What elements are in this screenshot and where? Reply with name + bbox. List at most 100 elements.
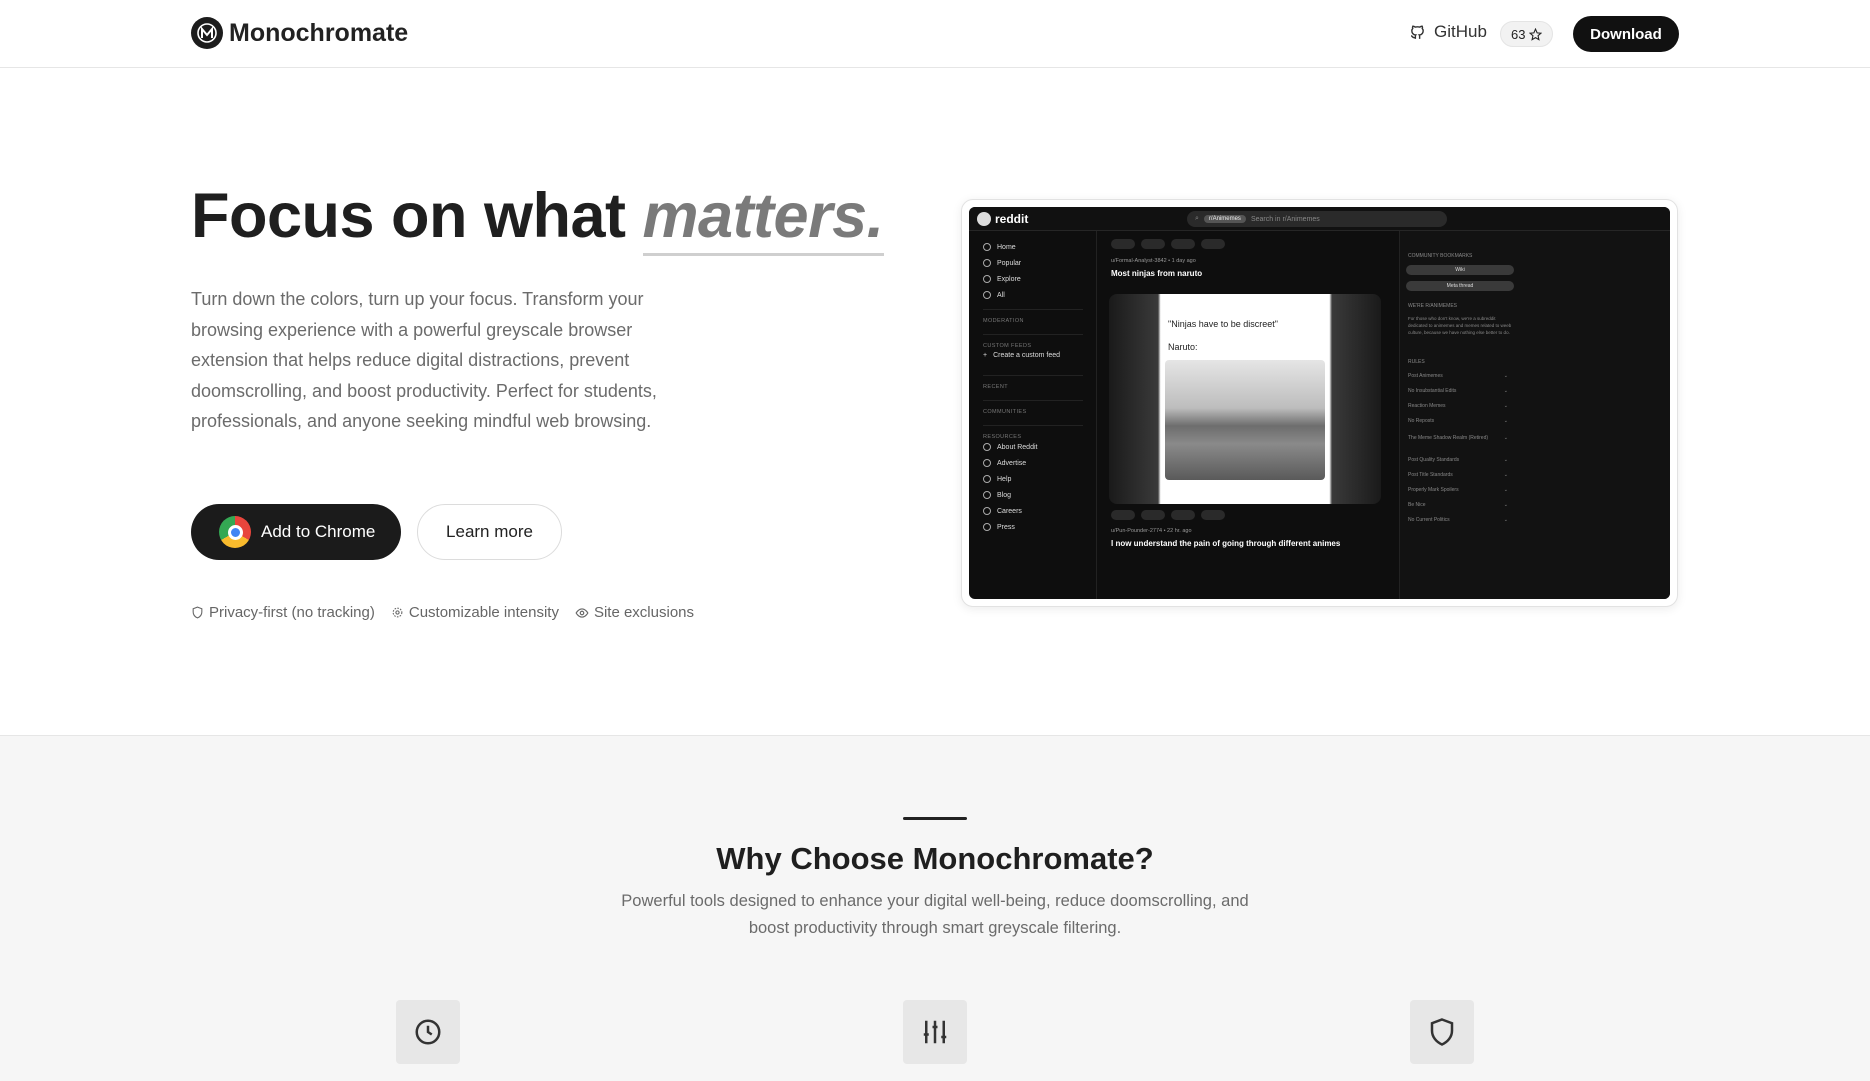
feature-box-privacy: [1410, 1000, 1474, 1064]
download-button[interactable]: Download: [1573, 16, 1679, 52]
reddit-topbar: reddit ⌕ r/Animemes Search in r/Animemes: [969, 207, 1670, 231]
reddit-section: RECENT: [983, 375, 1083, 390]
why-title: Why Choose Monochromate?: [716, 841, 1154, 876]
reddit-logo: reddit: [977, 212, 1028, 226]
feature-box-controls: [903, 1000, 967, 1064]
chevron-down-icon: ⌄: [1503, 403, 1508, 409]
chevron-down-icon: ⌄: [1503, 373, 1508, 379]
heading-label: RULES: [1408, 359, 1425, 365]
eye-small-icon: [575, 607, 589, 618]
nav-label: Careers: [997, 507, 1022, 515]
feature-exclusions: Site exclusions: [575, 604, 694, 621]
rule-item: The Meme Shadow Realm (Retired) ⌄: [1408, 435, 1508, 443]
rule-item: Properly Mark Spoilers ⌄: [1408, 487, 1508, 495]
rule-label: Reaction Memes: [1408, 403, 1446, 409]
sliders-icon: [923, 1020, 947, 1044]
nav-label: Create a custom feed: [993, 352, 1061, 359]
feature-privacy: Privacy-first (no tracking): [191, 604, 375, 621]
reddit-search: ⌕ r/Animemes Search in r/Animemes: [1187, 211, 1447, 227]
chevron-down-icon: ⌄: [1503, 472, 1508, 478]
nav-label: Help: [997, 475, 1012, 483]
reddit-create-feed: + Create a custom feed: [983, 352, 1060, 359]
post1-user: u/Formal-Analyst-3842 • 1 day ago: [1111, 258, 1196, 264]
rule-label: The Meme Shadow Realm (Retired): [1408, 435, 1489, 441]
chevron-down-icon: ⌄: [1503, 418, 1508, 424]
nav-label: Press: [997, 523, 1015, 531]
add-to-chrome-button[interactable]: Add to Chrome: [191, 504, 401, 560]
reddit-resource: About Reddit: [983, 443, 1037, 451]
feature-box-time: [396, 1000, 460, 1064]
bookmark-pill: Meta thread: [1406, 281, 1514, 291]
product-preview: reddit ⌕ r/Animemes Search in r/Animemes…: [961, 199, 1678, 607]
rule-label: No Reposts: [1408, 418, 1435, 424]
reddit-section: RESOURCES: [983, 425, 1083, 440]
shield-small-icon: [192, 606, 203, 619]
nav-label: Explore: [997, 275, 1021, 283]
nav-label: Home: [997, 243, 1016, 251]
learn-more-button[interactable]: Learn more: [417, 504, 562, 560]
top-nav: Monochromate GitHub 63 Download: [0, 0, 1870, 68]
rule-item: Reaction Memes ⌄: [1408, 403, 1508, 411]
post-actions: [1111, 239, 1225, 249]
post2-title: I now understand the pain of going throu…: [1111, 539, 1341, 548]
feature-list: Privacy-first (no tracking) Customizable…: [191, 604, 694, 621]
post-actions: [1111, 510, 1225, 520]
reddit-nav-all: All: [983, 291, 1005, 299]
post1-card-text: "Ninjas have to be discreet" Naruto:: [1168, 313, 1278, 359]
reddit-resource: Careers: [983, 507, 1022, 515]
bookmarks-heading: COMMUNITY BOOKMARKS: [1408, 253, 1508, 261]
feature-intensity-label: Customizable intensity: [408, 604, 559, 621]
rule-label: Post Quality Standards: [1408, 457, 1460, 463]
bookmark-pill: Wiki: [1406, 265, 1514, 275]
reddit-resource: Press: [983, 523, 1015, 531]
reddit-brand: reddit: [995, 212, 1029, 226]
post1-photo: [1165, 360, 1325, 480]
github-label: GitHub: [1434, 22, 1487, 41]
github-stars-badge[interactable]: 63: [1500, 21, 1554, 47]
star-count: 63: [1511, 26, 1526, 42]
plus-icon: +: [983, 352, 988, 359]
hero-description: Turn down the colors, turn up your focus…: [191, 289, 657, 431]
github-link[interactable]: GitHub: [1409, 22, 1487, 42]
about-heading: WE'RE R/ANIMEMES: [1408, 303, 1508, 311]
heading-label: WE'RE R/ANIMEMES: [1408, 303, 1458, 309]
reddit-nav-popular: Popular: [983, 259, 1021, 267]
chevron-down-icon: ⌄: [1503, 388, 1508, 394]
why-section: Why Choose Monochromate? Powerful tools …: [0, 735, 1870, 1081]
monochromate-logo-icon: [191, 17, 223, 49]
rule-label: Post Animemes: [1408, 373, 1443, 379]
shield-icon: [1430, 1018, 1454, 1046]
feature-privacy-label: Privacy-first (no tracking): [209, 604, 375, 621]
clock-icon: [415, 1019, 441, 1045]
rule-item: No Insubstantial Edits ⌄: [1408, 388, 1508, 396]
reddit-resource: Blog: [983, 491, 1011, 499]
add-to-chrome-label: Add to Chrome: [261, 522, 376, 541]
reddit-left-sidebar: Home Popular Explore All MODERATION CUST…: [969, 231, 1097, 599]
nav-label: Blog: [997, 491, 1012, 499]
reddit-resource: Help: [983, 475, 1011, 483]
nav-label: About Reddit: [997, 443, 1038, 451]
rule-item: No Reposts ⌄: [1408, 418, 1508, 426]
chevron-down-icon: ⌄: [1503, 487, 1508, 493]
nav-label: Popular: [997, 259, 1022, 267]
nav-label: Advertise: [997, 459, 1027, 467]
rule-item: No Current Politics ⌄: [1408, 517, 1508, 525]
reddit-alien-icon: [977, 212, 991, 226]
chevron-down-icon: ⌄: [1503, 517, 1508, 523]
rule-item: Post Animemes ⌄: [1408, 373, 1508, 381]
reddit-feed: u/Formal-Analyst-3842 • 1 day ago Most n…: [1109, 231, 1389, 599]
subreddit-chip: r/Animemes: [1203, 215, 1246, 223]
github-icon: [1410, 24, 1424, 39]
chrome-icon: [219, 516, 251, 548]
brand-name: Monochromate: [229, 18, 409, 47]
rule-label: No Current Politics: [1408, 517, 1450, 523]
post1-title: Most ninjas from naruto: [1111, 269, 1203, 278]
rule-label: No Insubstantial Edits: [1408, 388, 1457, 394]
card-line: "Ninjas have to be discreet": [1168, 319, 1278, 329]
reddit-right-sidebar: COMMUNITY BOOKMARKS Wiki Meta thread WE'…: [1399, 231, 1670, 599]
brand-logo[interactable]: Monochromate: [191, 17, 408, 49]
feature-intensity: Customizable intensity: [391, 604, 559, 621]
rule-label: Be Nice: [1408, 502, 1426, 508]
reddit-section: COMMUNITIES: [983, 400, 1083, 415]
gear-small-icon: [392, 607, 403, 618]
